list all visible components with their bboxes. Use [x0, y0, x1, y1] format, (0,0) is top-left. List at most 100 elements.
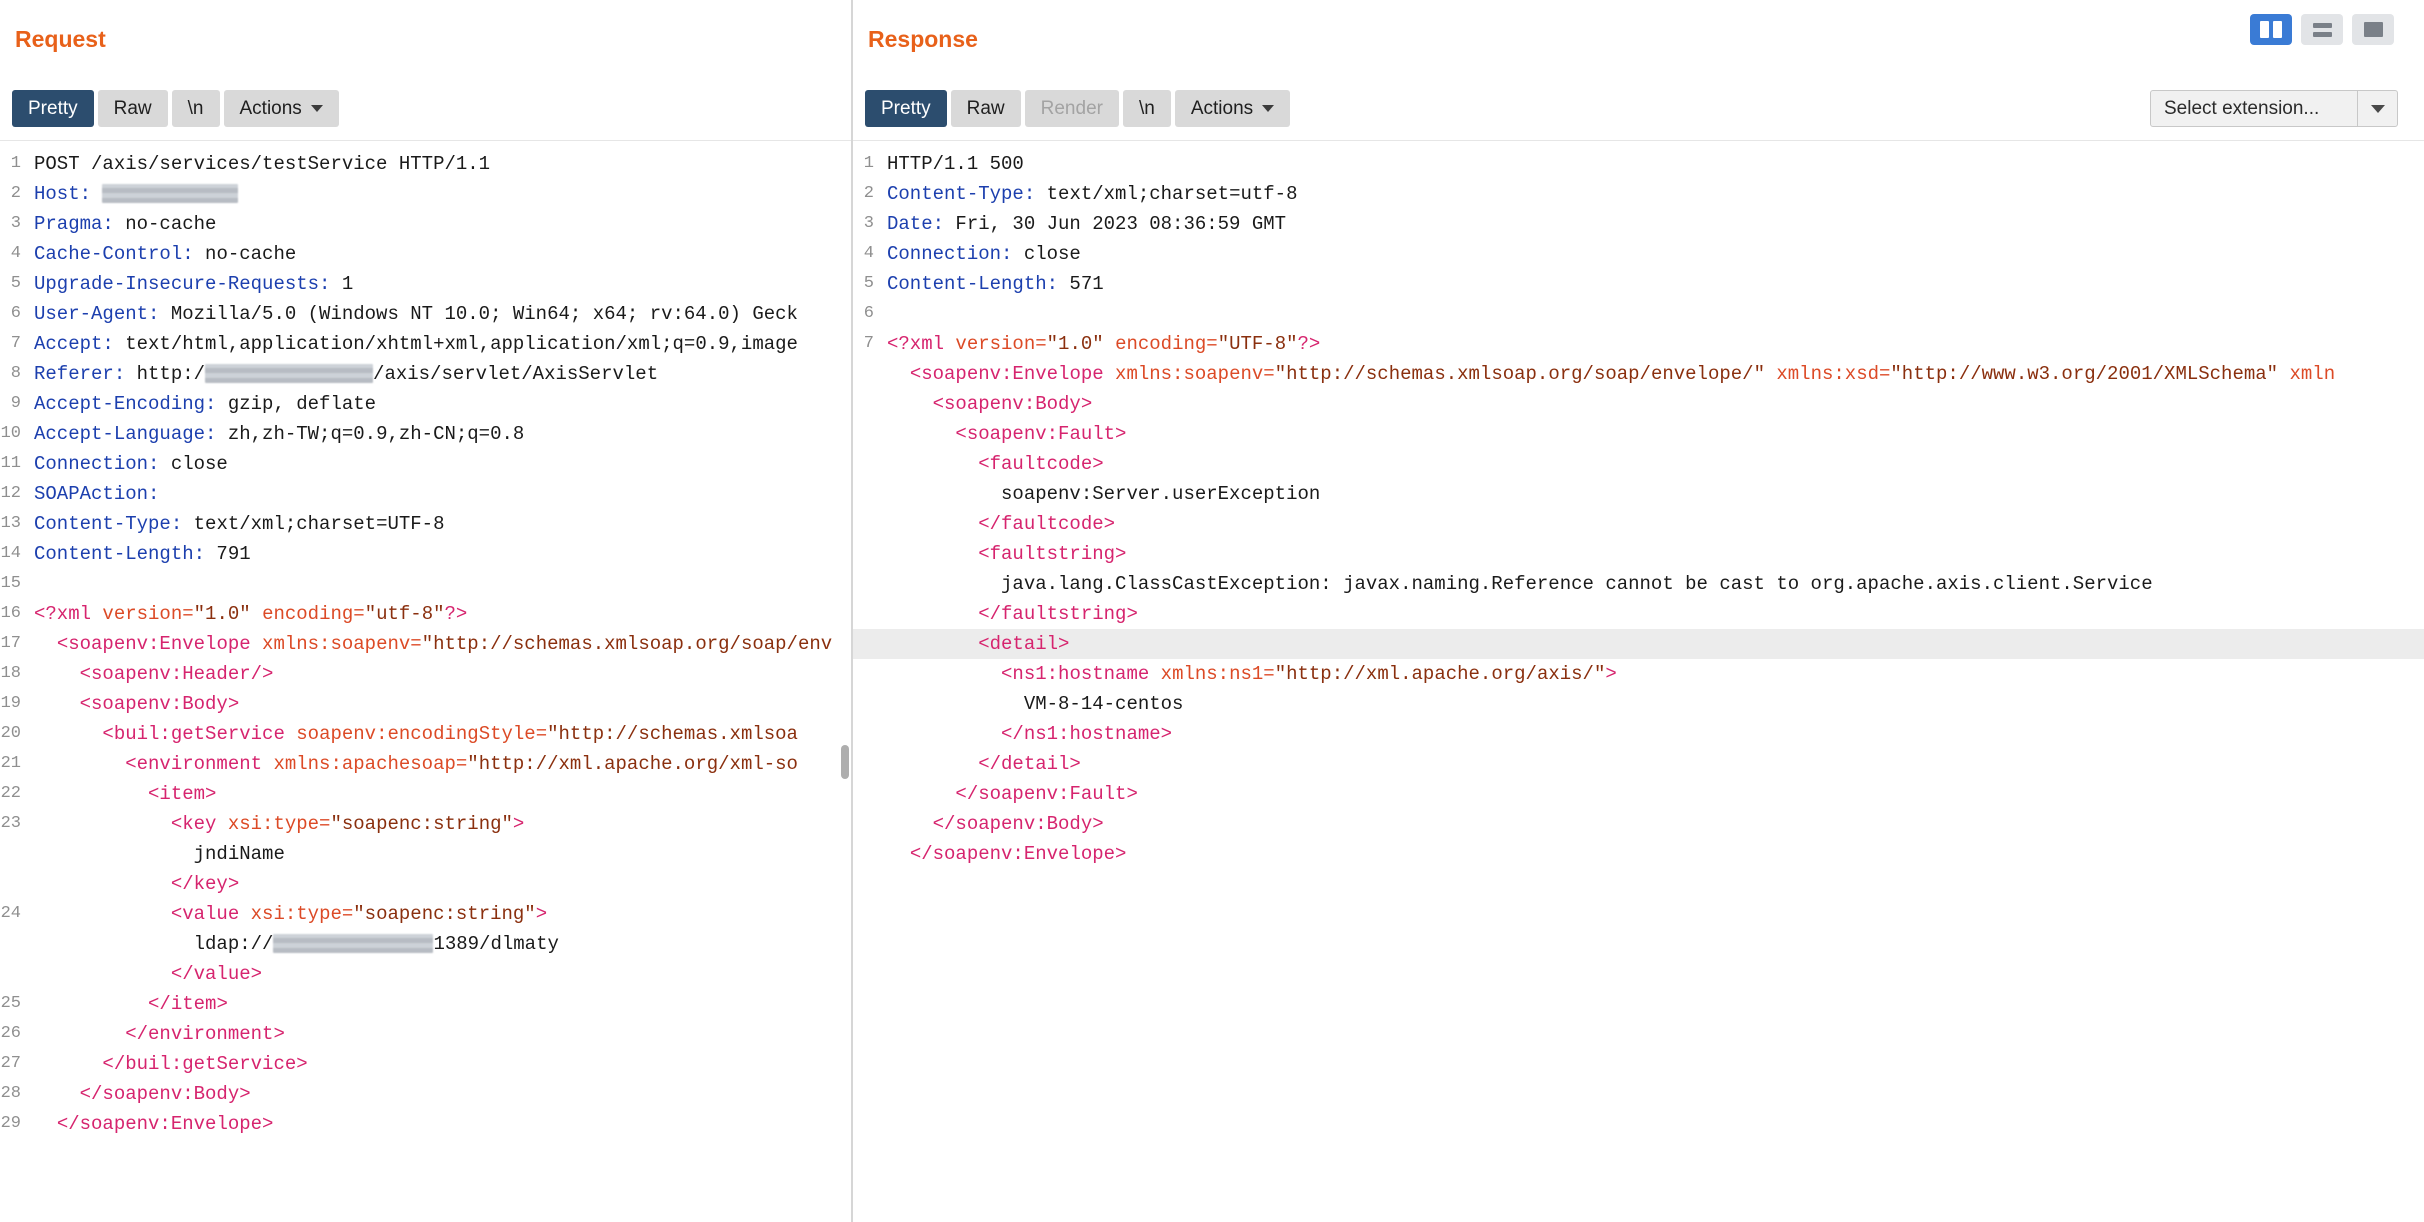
redacted-blur — [273, 934, 433, 953]
code-line: 5Content-Length: 571 — [853, 269, 2424, 299]
tab-actions[interactable]: Actions — [1175, 90, 1290, 127]
line-number — [853, 809, 887, 839]
redacted-blur — [102, 184, 238, 203]
chevron-down-icon — [1262, 105, 1274, 112]
tab-pretty[interactable]: Pretty — [12, 90, 94, 127]
code-line: 17 <soapenv:Envelope xmlns:soapenv="http… — [0, 629, 851, 659]
line-number: 17 — [0, 629, 34, 659]
code-line: <faultstring> — [853, 539, 2424, 569]
line-number — [853, 719, 887, 749]
line-number — [853, 629, 887, 659]
code-line: 20 <buil:getService soapenv:encodingStyl… — [0, 719, 851, 749]
line-number: 28 — [0, 1079, 34, 1109]
line-number — [853, 779, 887, 809]
code-line: </faultcode> — [853, 509, 2424, 539]
redacted-blur — [205, 364, 373, 383]
code-line: 28 </soapenv:Body> — [0, 1079, 851, 1109]
code-line: 1HTTP/1.1 500 — [853, 149, 2424, 179]
view-columns-button[interactable] — [2250, 14, 2292, 45]
line-number: 19 — [0, 689, 34, 719]
request-title: Request — [15, 26, 106, 53]
code-line: 5Upgrade-Insecure-Requests: 1 — [0, 269, 851, 299]
tab-raw[interactable]: Raw — [951, 90, 1021, 127]
code-line: <detail> — [853, 629, 2424, 659]
line-number — [853, 389, 887, 419]
code-line: 6User-Agent: Mozilla/5.0 (Windows NT 10.… — [0, 299, 851, 329]
tab-raw[interactable]: Raw — [98, 90, 168, 127]
code-line: 1POST /axis/services/testService HTTP/1.… — [0, 149, 851, 179]
request-tabbar: PrettyRaw\nActions — [12, 90, 339, 127]
line-number: 29 — [0, 1109, 34, 1139]
code-line: 25 </item> — [0, 989, 851, 1019]
view-single-button[interactable] — [2352, 14, 2394, 45]
code-line: 4Connection: close — [853, 239, 2424, 269]
line-number: 11 — [0, 449, 34, 479]
code-line: </soapenv:Fault> — [853, 779, 2424, 809]
view-rows-button[interactable] — [2301, 14, 2343, 45]
code-line: 24 <value xsi:type="soapenc:string"> — [0, 899, 851, 929]
code-line: 12SOAPAction: — [0, 479, 851, 509]
code-line: 9Accept-Encoding: gzip, deflate — [0, 389, 851, 419]
code-line: jndiName — [0, 839, 851, 869]
line-number — [853, 599, 887, 629]
line-number: 6 — [853, 299, 887, 329]
view-layout-toggle-group — [2250, 14, 2394, 45]
line-number: 12 — [0, 479, 34, 509]
code-line: 16<?xml version="1.0" encoding="utf-8"?> — [0, 599, 851, 629]
line-number: 4 — [0, 239, 34, 269]
line-number: 7 — [0, 329, 34, 359]
code-line: 3Date: Fri, 30 Jun 2023 08:36:59 GMT — [853, 209, 2424, 239]
response-editor[interactable]: 1HTTP/1.1 5002Content-Type: text/xml;cha… — [853, 142, 2424, 1222]
code-line: 2Content-Type: text/xml;charset=utf-8 — [853, 179, 2424, 209]
code-line: 13Content-Type: text/xml;charset=UTF-8 — [0, 509, 851, 539]
code-line: <ns1:hostname xmlns:ns1="http://xml.apac… — [853, 659, 2424, 689]
line-number — [853, 419, 887, 449]
line-number: 16 — [0, 599, 34, 629]
code-line: 14Content-Length: 791 — [0, 539, 851, 569]
code-line: 27 </buil:getService> — [0, 1049, 851, 1079]
code-line: 19 <soapenv:Body> — [0, 689, 851, 719]
tab-n[interactable]: \n — [172, 90, 220, 127]
code-line: soapenv:Server.userException — [853, 479, 2424, 509]
line-number: 7 — [853, 329, 887, 359]
line-number — [853, 569, 887, 599]
response-tabbar: PrettyRawRender\nActions — [865, 90, 1290, 127]
line-number: 20 — [0, 719, 34, 749]
line-number: 5 — [0, 269, 34, 299]
line-number: 9 — [0, 389, 34, 419]
columns-layout-icon — [2260, 21, 2269, 38]
line-number: 15 — [0, 569, 34, 599]
select-extension-dropdown[interactable]: Select extension... — [2150, 90, 2398, 127]
line-number: 14 — [0, 539, 34, 569]
line-number — [853, 539, 887, 569]
code-line: </soapenv:Body> — [853, 809, 2424, 839]
request-editor[interactable]: 1POST /axis/services/testService HTTP/1.… — [0, 142, 851, 1222]
line-number: 24 — [0, 899, 34, 929]
response-panel: Response PrettyRawRender\nActions Select… — [853, 0, 2424, 1222]
code-line: 4Cache-Control: no-cache — [0, 239, 851, 269]
code-line: 22 <item> — [0, 779, 851, 809]
line-number: 1 — [0, 149, 34, 179]
code-line: </key> — [0, 869, 851, 899]
response-header: Response PrettyRawRender\nActions Select… — [853, 0, 2424, 141]
tab-actions[interactable]: Actions — [224, 90, 339, 127]
line-number — [0, 929, 34, 959]
line-number — [0, 959, 34, 989]
code-line: </soapenv:Envelope> — [853, 839, 2424, 869]
tab-n[interactable]: \n — [1123, 90, 1171, 127]
line-number — [853, 689, 887, 719]
line-number — [853, 359, 887, 389]
line-number — [853, 479, 887, 509]
code-line: 7Accept: text/html,application/xhtml+xml… — [0, 329, 851, 359]
code-line: </faultstring> — [853, 599, 2424, 629]
code-line: </value> — [0, 959, 851, 989]
request-scrollbar-thumb[interactable] — [841, 745, 849, 779]
code-line: 10Accept-Language: zh,zh-TW;q=0.9,zh-CN;… — [0, 419, 851, 449]
code-line: 15 — [0, 569, 851, 599]
request-header: Request PrettyRaw\nActions — [0, 0, 851, 141]
line-number — [0, 839, 34, 869]
tab-pretty[interactable]: Pretty — [865, 90, 947, 127]
line-number: 25 — [0, 989, 34, 1019]
code-line: <soapenv:Envelope xmlns:soapenv="http://… — [853, 359, 2424, 389]
code-line: VM-8-14-centos — [853, 689, 2424, 719]
